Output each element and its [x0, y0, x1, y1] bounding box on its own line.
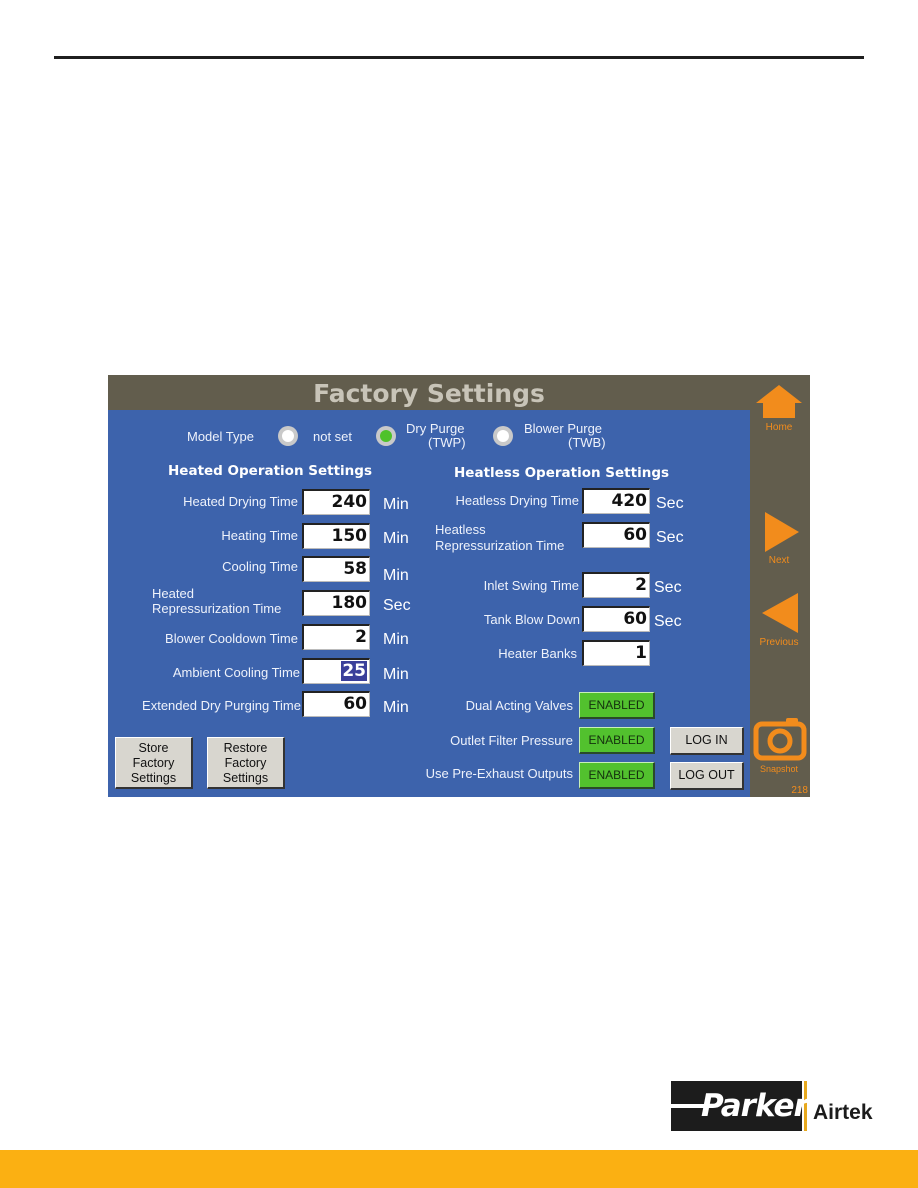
tank-blow-down-input[interactable]: 60	[582, 606, 650, 632]
radio-blower-purge-sublabel: (TWB)	[568, 435, 606, 450]
radio-blower-purge[interactable]	[493, 426, 513, 446]
outlet-filter-pressure-toggle[interactable]: ENABLED	[579, 727, 655, 754]
heating-time-unit: Min	[383, 530, 409, 547]
heatless-repress-time-unit: Sec	[656, 529, 684, 546]
camera-icon	[753, 718, 807, 761]
pre-exhaust-outputs-label: Use Pre-Exhaust Outputs	[425, 766, 573, 781]
cooling-time-label: Cooling Time	[222, 559, 298, 574]
ambient-cooling-value: 25	[341, 661, 367, 681]
heating-time-input[interactable]: 150	[302, 523, 370, 549]
store-button-line3: Settings	[130, 771, 177, 785]
heatless-drying-time-input[interactable]: 420	[582, 488, 650, 514]
tank-blow-down-unit: Sec	[654, 613, 682, 630]
radio-dry-purge-sublabel: (TWP)	[428, 435, 466, 450]
parker-airtek-logo: Parker Airtek	[671, 1081, 873, 1131]
store-button-line1: Store	[138, 741, 169, 755]
radio-not-set-label: not set	[313, 429, 353, 444]
header-rule	[54, 56, 864, 59]
snapshot-label: Snapshot	[759, 764, 799, 774]
heating-time-label: Heating Time	[221, 528, 298, 543]
inlet-swing-time-unit: Sec	[654, 579, 682, 596]
log-in-button[interactable]: LOG IN	[670, 727, 744, 755]
cooling-time-unit: Min	[383, 567, 409, 584]
previous-button[interactable]	[758, 591, 800, 635]
snapshot-button[interactable]	[753, 715, 807, 761]
radio-dry-purge-label: Dry Purge	[406, 421, 465, 436]
heated-repress-time-unit: Sec	[383, 597, 411, 614]
previous-arrow-icon	[762, 593, 798, 633]
extended-dry-purge-unit: Min	[383, 699, 409, 716]
radio-not-set[interactable]	[278, 426, 298, 446]
screen-title: Factory Settings	[313, 379, 545, 408]
home-label: Home	[765, 422, 793, 433]
dual-acting-valves-toggle[interactable]: ENABLED	[579, 692, 655, 719]
inlet-swing-time-input[interactable]: 2	[582, 572, 650, 598]
blower-cooldown-label: Blower Cooldown Time	[165, 631, 298, 646]
heatless-drying-time-label: Heatless Drying Time	[455, 493, 579, 508]
airtek-wordmark: Airtek	[813, 1101, 873, 1124]
tank-blow-down-label: Tank Blow Down	[483, 612, 580, 627]
heated-repress-label-line1: Heated	[152, 586, 194, 601]
previous-label: Previous	[759, 637, 799, 648]
pre-exhaust-outputs-toggle[interactable]: ENABLED	[579, 762, 655, 789]
heatless-repress-label-line2: Repressurization Time	[435, 538, 565, 553]
heated-drying-time-unit: Min	[383, 496, 409, 513]
parker-logo-mark: Parker	[671, 1081, 809, 1131]
extended-dry-purge-label: Extended Dry Purging Time	[142, 698, 301, 713]
ambient-cooling-input[interactable]: 25	[302, 658, 370, 684]
heated-drying-time-input[interactable]: 240	[302, 489, 370, 515]
next-arrow-icon	[765, 512, 799, 552]
heatless-repress-label-line1: Heatless	[435, 522, 486, 537]
heated-drying-time-label: Heated Drying Time	[183, 494, 298, 509]
ambient-cooling-unit: Min	[383, 666, 409, 683]
next-label: Next	[768, 555, 790, 566]
parker-wordmark: Parker	[701, 1088, 809, 1124]
restore-factory-settings-button[interactable]: Restore Factory Settings	[207, 737, 285, 789]
heater-banks-input[interactable]: 1	[582, 640, 650, 666]
inlet-swing-time-label: Inlet Swing Time	[483, 578, 579, 593]
next-button[interactable]	[763, 510, 803, 554]
heater-banks-label: Heater Banks	[498, 646, 577, 661]
blower-cooldown-unit: Min	[383, 631, 409, 648]
cooling-time-input[interactable]: 58	[302, 556, 370, 582]
log-out-button[interactable]: LOG OUT	[670, 762, 744, 790]
restore-button-line2: Factory	[224, 756, 267, 770]
heated-repress-label-line2: Repressurization Time	[152, 601, 282, 616]
home-button[interactable]	[754, 383, 804, 423]
blower-cooldown-input[interactable]: 2	[302, 624, 370, 650]
radio-dry-purge[interactable]	[376, 426, 396, 446]
heatless-repress-time-input[interactable]: 60	[582, 522, 650, 548]
settings-panel: Model Type not set Dry Purge (TWP) Blowe…	[108, 410, 750, 797]
heatless-drying-time-unit: Sec	[656, 495, 684, 512]
dual-acting-valves-label: Dual Acting Valves	[465, 698, 573, 713]
screen-number: 218	[791, 785, 808, 796]
restore-button-line1: Restore	[223, 741, 268, 755]
footer-band	[0, 1150, 918, 1188]
model-type-label: Model Type	[187, 429, 254, 444]
hmi-screen: Factory Settings Model Type not set Dry …	[108, 375, 810, 797]
ambient-cooling-label: Ambient Cooling Time	[172, 665, 300, 680]
outlet-filter-pressure-label: Outlet Filter Pressure	[450, 733, 573, 748]
heated-section-heading: Heated Operation Settings	[168, 463, 372, 479]
radio-blower-purge-label: Blower Purge	[524, 421, 603, 436]
heatless-section-heading: Heatless Operation Settings	[454, 465, 670, 481]
store-button-line2: Factory	[132, 756, 175, 770]
home-icon	[756, 385, 802, 418]
extended-dry-purge-input[interactable]: 60	[302, 691, 370, 717]
restore-button-line3: Settings	[222, 771, 269, 785]
heated-repress-time-input[interactable]: 180	[302, 590, 370, 616]
store-factory-settings-button[interactable]: Store Factory Settings	[115, 737, 193, 789]
